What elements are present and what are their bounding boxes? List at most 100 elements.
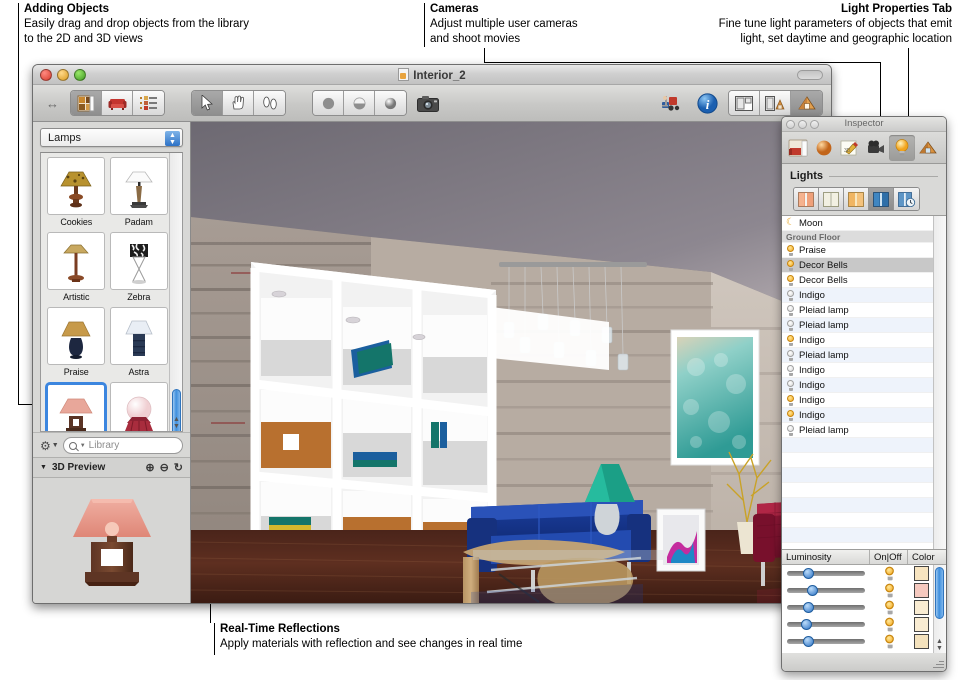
list-item[interactable] (782, 453, 933, 468)
list-item[interactable]: Decor Bells (782, 273, 933, 288)
list-item[interactable]: Indigo (782, 408, 933, 423)
info-button[interactable]: i (692, 91, 722, 116)
onoff-toggle[interactable] (870, 566, 908, 581)
zoom-in-icon[interactable]: ⊕ (145, 461, 154, 474)
list-item[interactable]: Indigo (782, 378, 933, 393)
list-item[interactable] (782, 528, 933, 543)
list-item[interactable] (782, 513, 933, 528)
preset-time[interactable] (894, 188, 919, 210)
library-item-artistic[interactable]: Artistic (45, 232, 107, 302)
window-clock-icon (897, 191, 915, 207)
library-item-cookies[interactable]: Cookies (45, 157, 107, 227)
shading-flat-button[interactable] (313, 91, 344, 115)
library-button[interactable] (71, 91, 102, 115)
library-scrollbar[interactable]: ▲ ▼ (169, 153, 182, 431)
library-item-glass-ball[interactable]: Glass Ball (108, 382, 170, 431)
color-swatch[interactable] (914, 566, 929, 581)
preset-midday[interactable] (819, 188, 844, 210)
preset-sunrise[interactable] (794, 188, 819, 210)
list-item[interactable]: Indigo (782, 393, 933, 408)
camera-snapshot-button[interactable] (413, 91, 443, 116)
gear-icon[interactable]: ⚙ (40, 439, 51, 453)
chevron-down-icon[interactable]: ▼ (52, 442, 59, 449)
inspector-titlebar[interactable]: Inspector (782, 117, 946, 132)
lights-list-scrollbar[interactable] (933, 216, 946, 549)
window-titlebar[interactable]: Interior_2 (33, 65, 831, 85)
list-item[interactable]: Decor Bells (782, 258, 933, 273)
3d-viewport[interactable] (191, 122, 831, 603)
lights-list[interactable]: ☾ Moon Ground Floor Praise Decor Bells D… (782, 216, 933, 549)
tab-cameras[interactable] (863, 135, 889, 161)
luminosity-slider[interactable] (782, 619, 870, 630)
luminosity-slider[interactable] (782, 568, 870, 579)
rotate-icon[interactable]: ↻ (174, 461, 183, 474)
shading-smooth-button[interactable] (344, 91, 375, 115)
color-swatch[interactable] (914, 600, 929, 615)
scroll-arrows-icon[interactable]: ▲ ▼ (172, 416, 181, 430)
shading-realistic-button[interactable] (375, 91, 406, 115)
tab-furniture[interactable] (785, 135, 811, 161)
color-swatch[interactable] (914, 634, 929, 649)
preview-3d-viewport[interactable] (33, 478, 190, 603)
category-dropdown[interactable]: Lamps ▲ ▼ (40, 128, 183, 147)
preset-night[interactable] (869, 188, 894, 210)
color-swatch[interactable] (914, 583, 929, 598)
list-item[interactable] (782, 483, 933, 498)
luminosity-slider[interactable] (782, 636, 870, 647)
outline-button[interactable] (133, 91, 164, 115)
tab-house[interactable] (915, 135, 941, 161)
list-item[interactable] (782, 438, 933, 453)
list-item[interactable]: Pleiad lamp (782, 303, 933, 318)
luminosity-slider[interactable] (782, 585, 870, 596)
parameters-scrollbar[interactable]: ▲ ▼ (933, 565, 946, 653)
pan-tool[interactable] (223, 91, 254, 115)
parameter-rows: ▲ ▼ (782, 565, 946, 653)
walk-tool[interactable] (254, 91, 285, 115)
view-2d-button[interactable] (729, 91, 760, 115)
library-item-reading-lamp[interactable]: Reading Lamp (45, 382, 108, 431)
tab-lights[interactable] (889, 134, 915, 161)
tab-annotate[interactable]: 3D (837, 135, 863, 161)
preset-sunset[interactable] (844, 188, 869, 210)
list-item[interactable]: Indigo (782, 288, 933, 303)
furniture-button[interactable] (102, 91, 133, 115)
library-item-padam[interactable]: Padam (108, 157, 170, 227)
zoom-out-icon[interactable]: ⊖ (160, 461, 169, 474)
list-item[interactable]: Indigo (782, 333, 933, 348)
view-3d-button[interactable] (791, 91, 822, 115)
library-item-praise[interactable]: Praise (45, 307, 107, 377)
list-item[interactable]: Praise (782, 243, 933, 258)
library-item-astra[interactable]: Astra (108, 307, 170, 377)
scroll-arrows-icon[interactable]: ▲ ▼ (935, 638, 944, 652)
light-name: Indigo (799, 409, 825, 421)
svg-text:i: i (705, 97, 709, 112)
disclosure-triangle-icon[interactable]: ▼ (40, 464, 47, 471)
select-tool[interactable] (192, 91, 223, 115)
onoff-toggle[interactable] (870, 617, 908, 632)
preview-header: ▼ 3D Preview ⊕ ⊖ ↻ (33, 457, 190, 478)
list-item[interactable]: Pleiad lamp (782, 318, 933, 333)
library-search-row: ⚙ ▼ ▼ Library (33, 432, 190, 457)
list-item[interactable]: Pleiad lamp (782, 348, 933, 363)
resize-arrows-icon[interactable]: ↔ (41, 96, 64, 111)
search-input[interactable]: ▼ Library (62, 437, 183, 454)
list-item[interactable] (782, 468, 933, 483)
list-item[interactable] (782, 498, 933, 513)
onoff-toggle[interactable] (870, 634, 908, 649)
color-swatch[interactable] (914, 617, 929, 632)
callout-rule-adding (18, 3, 19, 47)
parameters-scrollbar-thumb[interactable] (935, 567, 944, 619)
arrow-cursor-icon (201, 95, 213, 111)
list-item[interactable]: Pleiad lamp (782, 423, 933, 438)
resize-grip-icon[interactable] (932, 657, 944, 669)
list-item[interactable]: Indigo (782, 363, 933, 378)
list-item[interactable]: ☾ Moon (782, 216, 933, 231)
library-item-zebra[interactable]: Zebra (108, 232, 170, 302)
onoff-toggle[interactable] (870, 600, 908, 615)
import-button[interactable] (656, 91, 686, 116)
tab-materials[interactable] (811, 135, 837, 161)
luminosity-slider[interactable] (782, 602, 870, 613)
view-split-button[interactable] (760, 91, 791, 115)
onoff-toggle[interactable] (870, 583, 908, 598)
toolbar-toggle-button[interactable] (797, 70, 823, 80)
